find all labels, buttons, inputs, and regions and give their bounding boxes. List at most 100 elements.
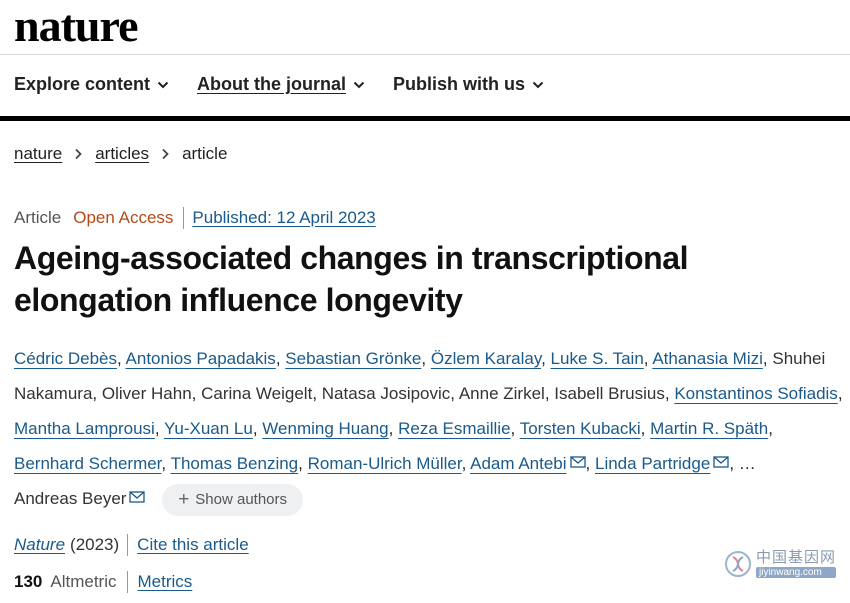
- nav-explore-content-label: Explore content: [14, 74, 151, 94]
- watermark-text: 中国基因网: [756, 549, 837, 567]
- author-separator: ,: [461, 454, 467, 473]
- author-link[interactable]: Wenming Huang: [262, 419, 388, 438]
- nav-about-journal-label: About the journal: [197, 74, 347, 94]
- breadcrumb: nature articles article: [14, 144, 227, 164]
- author-separator: ,: [544, 384, 550, 403]
- author-link[interactable]: Antonios Papadakis: [126, 349, 276, 368]
- author-link-corresponding[interactable]: Andreas Beyer: [14, 489, 146, 508]
- citation-year: (2023): [70, 535, 120, 554]
- metrics-row: 130 Altmetric Metrics: [14, 571, 192, 593]
- mail-icon: [569, 456, 586, 468]
- author-separator: ,: [388, 419, 394, 438]
- article-title: Ageing-associated changes in transcripti…: [14, 237, 814, 321]
- altmetric-score: 130: [14, 572, 43, 591]
- author-name[interactable]: Oliver Hahn: [102, 384, 192, 403]
- author-link-corresponding[interactable]: Adam Antebi: [470, 454, 586, 473]
- author-link[interactable]: Mantha Lamprousi: [14, 419, 155, 438]
- watermark-url: jiyinwang.com: [756, 566, 837, 578]
- nav-publish-with-us-label: Publish with us: [393, 74, 526, 94]
- author-ellipsis: …: [738, 454, 756, 473]
- author-link[interactable]: Roman-Ulrich Müller: [308, 454, 462, 473]
- main-nav: Explore content About the journal Publis…: [14, 74, 544, 95]
- author-name: Linda Partridge: [595, 454, 711, 473]
- author-link-corresponding[interactable]: Linda Partridge: [595, 454, 729, 473]
- author-name[interactable]: Carina Weigelt: [201, 384, 312, 403]
- open-access-label: Open Access: [73, 208, 174, 227]
- article-title-line-1: Ageing-associated changes in transcripti…: [14, 240, 689, 276]
- published-date-link[interactable]: Published: 12 April 2023: [192, 208, 375, 228]
- nature-logo[interactable]: nature: [14, 2, 138, 50]
- plus-icon: +: [178, 489, 190, 511]
- breadcrumb-nature[interactable]: nature: [14, 144, 62, 164]
- author-name[interactable]: Isabell Brusius: [554, 384, 665, 403]
- author-separator: ,: [154, 419, 160, 438]
- show-authors-label: Show authors: [195, 491, 288, 509]
- breadcrumb-current: article: [182, 144, 228, 163]
- nav-publish-with-us[interactable]: Publish with us: [393, 74, 544, 95]
- dna-logo-icon: [725, 551, 751, 577]
- author-separator: ,: [298, 454, 303, 473]
- article-type: Article: [14, 208, 62, 227]
- author-separator: ,: [837, 384, 843, 403]
- author-link[interactable]: Bernhard Schermer: [14, 454, 161, 473]
- author-separator: ,: [541, 349, 546, 368]
- author-separator: ,: [640, 419, 646, 438]
- author-name[interactable]: Anne Zirkel: [459, 384, 545, 403]
- meta-divider: [183, 207, 185, 229]
- author-link[interactable]: Thomas Benzing: [171, 454, 299, 473]
- author-separator: ,: [643, 349, 649, 368]
- cite-this-article-link[interactable]: Cite this article: [137, 535, 248, 555]
- author-link[interactable]: Athanasia Mizi: [652, 349, 763, 368]
- chevron-down-icon: [532, 81, 544, 88]
- article-meta: Article Open Access Published: 12 April …: [14, 207, 376, 229]
- author-link[interactable]: Özlem Karalay: [431, 349, 541, 368]
- author-separator: ,: [664, 384, 670, 403]
- author-separator: ,: [275, 349, 281, 368]
- author-link[interactable]: Sebastian Grönke: [285, 349, 421, 368]
- author-separator: ,: [510, 419, 516, 438]
- author-separator: ,: [729, 454, 735, 473]
- author-separator: ,: [117, 349, 122, 368]
- nav-about-journal[interactable]: About the journal: [197, 74, 365, 95]
- article-title-line-2: elongation influence longevity: [14, 282, 463, 318]
- author-separator: ,: [768, 419, 773, 438]
- author-name: Andreas Beyer: [14, 489, 127, 508]
- mail-icon: [129, 491, 146, 503]
- watermark: 中国基因网 jiyinwang.com: [724, 546, 840, 582]
- altmetric-label: Altmetric: [50, 572, 117, 591]
- author-link[interactable]: Torsten Kubacki: [520, 419, 641, 438]
- author-link[interactable]: Konstantinos Sofiadis: [674, 384, 838, 403]
- author-separator: ,: [450, 384, 456, 403]
- author-link[interactable]: Yu-Xuan Lu: [164, 419, 253, 438]
- citation-divider: [127, 534, 129, 556]
- author-link[interactable]: Luke S. Tain: [551, 349, 644, 368]
- header-divider: [0, 54, 850, 55]
- journal-link[interactable]: Nature: [14, 535, 65, 555]
- author-separator: ,: [161, 454, 167, 473]
- metrics-divider: [126, 571, 128, 593]
- author-separator: ,: [312, 384, 318, 403]
- author-link[interactable]: Cédric Debès: [14, 349, 117, 368]
- chevron-down-icon: [353, 81, 365, 88]
- citation-row: Nature (2023) Cite this article: [14, 534, 249, 556]
- author-separator: ,: [92, 384, 98, 403]
- author-list: Cédric Debès, Antonios Papadakis, Sebast…: [14, 341, 844, 516]
- author-name[interactable]: Natasa Josipovic: [322, 384, 451, 403]
- chevron-right-icon: [162, 148, 169, 160]
- nav-explore-content[interactable]: Explore content: [14, 74, 169, 95]
- author-separator: ,: [252, 419, 258, 438]
- chevron-right-icon: [75, 148, 82, 160]
- author-separator: ,: [585, 454, 591, 473]
- author-link[interactable]: Reza Esmaillie: [398, 419, 510, 438]
- chevron-down-icon: [157, 81, 169, 88]
- author-separator: ,: [421, 349, 427, 368]
- metrics-link[interactable]: Metrics: [138, 572, 193, 592]
- author-link[interactable]: Martin R. Späth: [650, 419, 768, 438]
- author-separator: ,: [762, 349, 768, 368]
- breadcrumb-articles[interactable]: articles: [95, 144, 149, 164]
- author-separator: ,: [191, 384, 197, 403]
- header-heavy-rule: [0, 116, 850, 121]
- mail-icon: [713, 456, 729, 468]
- author-name: Adam Antebi: [470, 454, 567, 473]
- show-authors-button[interactable]: + Show authors: [162, 483, 304, 516]
